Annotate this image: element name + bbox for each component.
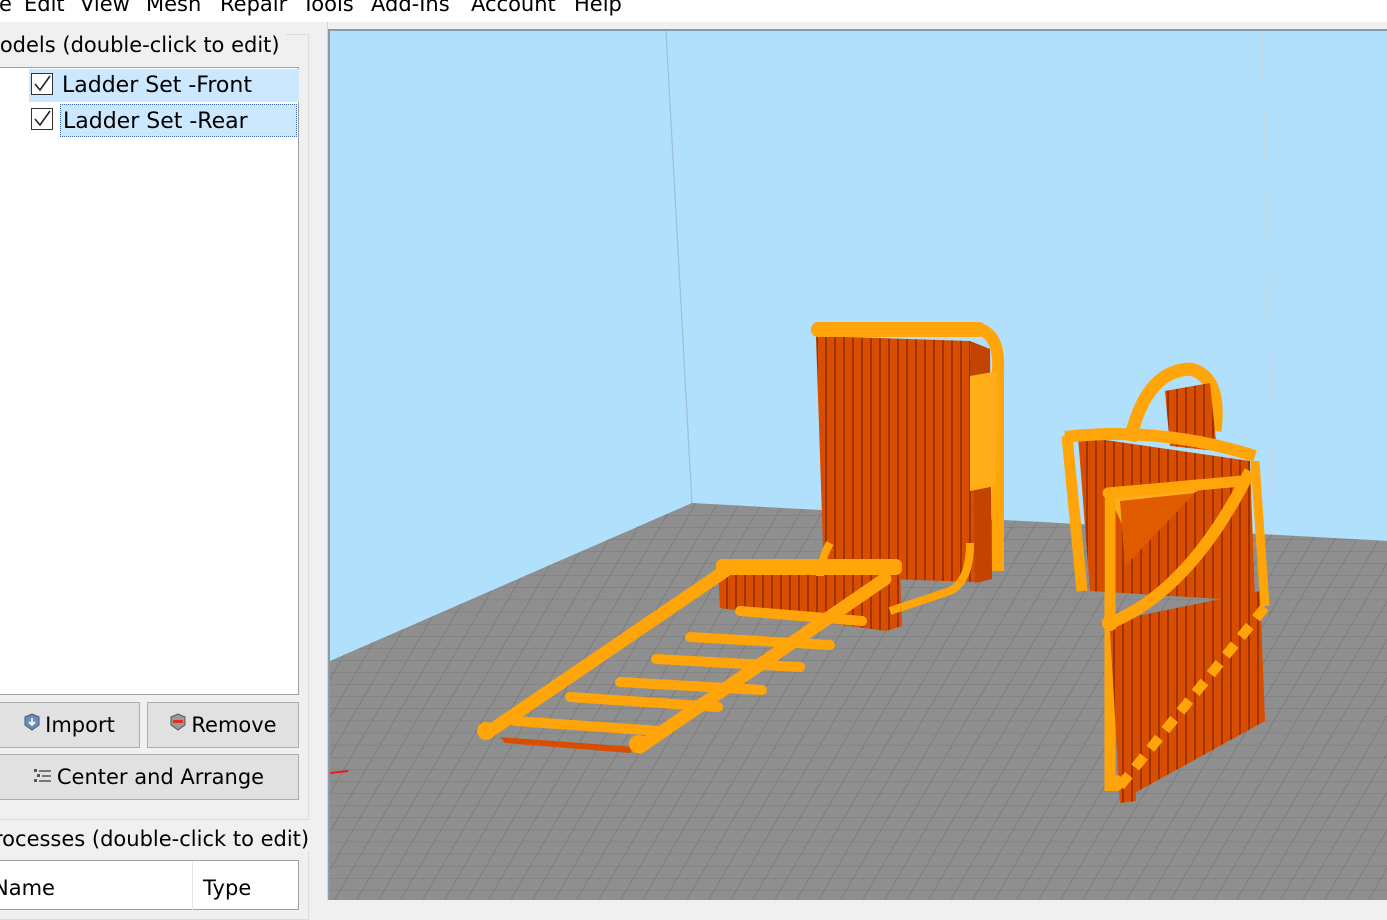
remove-button[interactable]: Remove bbox=[147, 702, 299, 748]
arrange-icon bbox=[33, 754, 53, 798]
menu-help[interactable]: Help bbox=[574, 0, 622, 17]
checkmark-icon bbox=[34, 75, 51, 92]
column-separator[interactable] bbox=[192, 861, 193, 911]
model-label[interactable]: Ladder Set -Front bbox=[60, 69, 297, 102]
menu-tools[interactable]: Tools bbox=[302, 0, 354, 17]
column-header-name[interactable]: Name bbox=[0, 873, 55, 903]
import-label: Import bbox=[45, 713, 115, 737]
3d-viewport[interactable] bbox=[328, 29, 1387, 900]
menu-mesh[interactable]: Mesh bbox=[146, 0, 201, 17]
column-header-type[interactable]: Type bbox=[203, 873, 251, 903]
menu-bar: e Edit View Mesh Repair Tools Add-Ins Ac… bbox=[0, 0, 1387, 22]
import-icon bbox=[23, 702, 41, 746]
model-row[interactable]: Ladder Set -Front bbox=[29, 69, 299, 102]
menu-repair[interactable]: Repair bbox=[220, 0, 287, 17]
menu-view[interactable]: View bbox=[80, 0, 130, 17]
model-row[interactable]: Ladder Set -Rear bbox=[29, 104, 299, 137]
build-volume-edge bbox=[665, 31, 693, 506]
processes-list[interactable]: Name Type bbox=[0, 860, 299, 911]
remove-label: Remove bbox=[191, 713, 277, 737]
models-group-label: lodels (double-click to edit) bbox=[0, 32, 286, 58]
menu-file[interactable]: e bbox=[0, 0, 12, 17]
center-arrange-label: Center and Arrange bbox=[56, 765, 265, 789]
processes-group-label: rocesses (double-click to edit) bbox=[0, 826, 316, 852]
menu-edit[interactable]: Edit bbox=[24, 0, 65, 17]
models-tree[interactable]: Ladder Set -Front Ladder Set -Rear bbox=[0, 67, 299, 695]
remove-icon bbox=[169, 702, 187, 746]
import-button[interactable]: Import bbox=[0, 702, 140, 748]
menu-account[interactable]: Account bbox=[471, 0, 556, 17]
left-panel: lodels (double-click to edit) Ladder Set… bbox=[0, 22, 328, 920]
model-visibility-checkbox[interactable] bbox=[31, 73, 53, 95]
center-arrange-button[interactable]: Center and Arrange bbox=[0, 754, 299, 800]
checkmark-icon bbox=[34, 110, 51, 127]
model-visibility-checkbox[interactable] bbox=[31, 108, 53, 130]
model-label[interactable]: Ladder Set -Rear bbox=[60, 104, 297, 137]
scene-canvas[interactable] bbox=[330, 31, 1387, 900]
menu-add-ins[interactable]: Add-Ins bbox=[371, 0, 450, 17]
